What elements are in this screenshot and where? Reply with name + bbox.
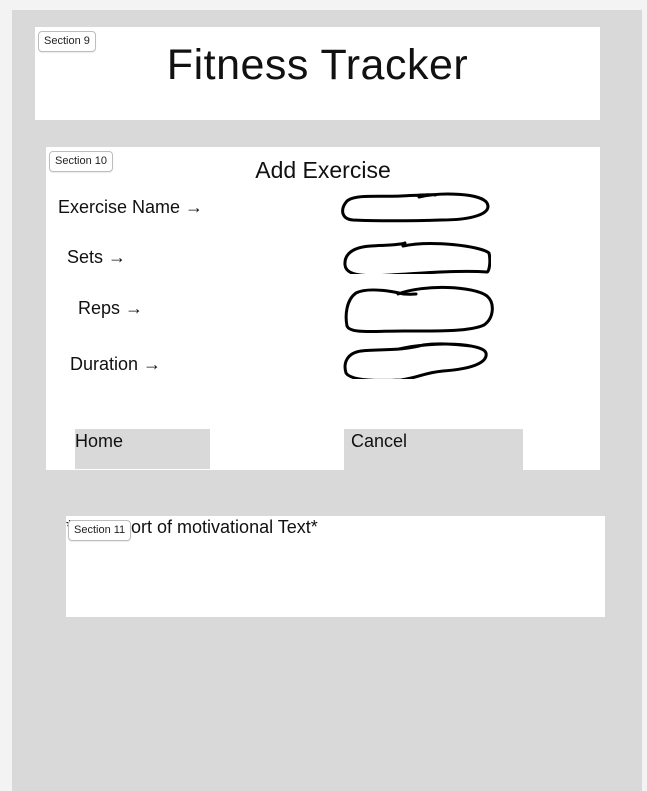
- sets-input[interactable]: [341, 232, 491, 274]
- exercise-name-input[interactable]: [341, 183, 491, 225]
- duration-label: Duration →: [70, 354, 162, 374]
- sets-label: Sets →: [67, 247, 127, 267]
- home-button-label: Home: [75, 431, 124, 451]
- sketch-outline-icon: [344, 286, 494, 334]
- sketch-outline-icon: [343, 241, 491, 274]
- section-tag-motivation: Section 11: [68, 520, 132, 541]
- sketch-outline-icon: [343, 342, 488, 379]
- motivation-section: *some sort of motivational Text* Section…: [66, 516, 605, 617]
- wireframe-canvas: Fitness Tracker Section 9 Section 10 Add…: [12, 10, 642, 791]
- cancel-button-label: Cancel: [351, 431, 408, 451]
- reps-input[interactable]: [344, 278, 496, 334]
- form-title: Add Exercise: [255, 157, 391, 183]
- sketch-outline-icon: [341, 192, 490, 223]
- home-button[interactable]: Home: [75, 429, 210, 469]
- reps-label: Reps →: [78, 298, 144, 318]
- section-tag-header: Section 9: [38, 31, 96, 52]
- duration-input[interactable]: [343, 335, 493, 379]
- app-title: Fitness Tracker: [166, 41, 469, 89]
- header-section: Fitness Tracker Section 9: [35, 27, 600, 120]
- add-exercise-section: Section 10 Add Exercise Exercise Name → …: [46, 147, 600, 481]
- exercise-name-label: Exercise Name →: [58, 197, 204, 217]
- cancel-button[interactable]: Cancel: [344, 429, 523, 481]
